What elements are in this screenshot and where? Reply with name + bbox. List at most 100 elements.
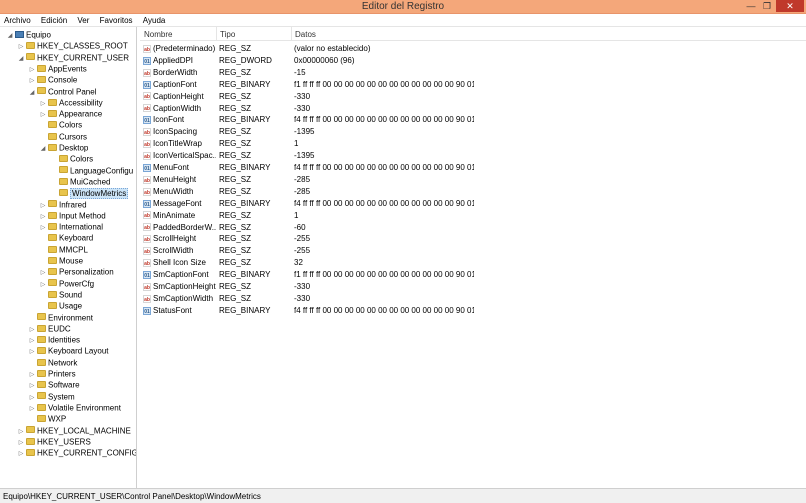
- tree-item[interactable]: ▷ AppEvents: [28, 63, 87, 74]
- value-row[interactable]: ab Shell Icon Size REG_SZ 32: [140, 257, 480, 269]
- minimize-button[interactable]: —: [744, 0, 758, 12]
- value-name: IconTitleWrap: [153, 139, 202, 149]
- collapse-arrow-icon[interactable]: ◢: [39, 144, 47, 155]
- column-header-data[interactable]: Datos: [295, 30, 316, 39]
- tree-item[interactable]: ◢ Equipo: [6, 29, 51, 40]
- value-row[interactable]: 01 IconFont REG_BINARY f4 ff ff ff 00 00 00…: [140, 114, 480, 126]
- value-row[interactable]: ab SmCaptionWidth REG_SZ -330: [140, 293, 480, 305]
- collapse-arrow-icon[interactable]: ◢: [28, 88, 36, 99]
- value-row[interactable]: ab ScrollWidth REG_SZ -255: [140, 245, 480, 257]
- value-row[interactable]: ab MenuWidth REG_SZ -285: [140, 186, 480, 198]
- column-separator[interactable]: [216, 27, 217, 41]
- tree-item-label: AppEvents: [48, 64, 87, 74]
- tree-item[interactable]: Mouse: [39, 255, 83, 266]
- list-header: Nombre Tipo Datos: [140, 27, 806, 41]
- value-row[interactable]: 01 SmCaptionFont REG_BINARY f1 ff ff ff 00 …: [140, 269, 480, 281]
- value-row[interactable]: ab MinAnimate REG_SZ 1: [140, 210, 480, 222]
- folder-icon: [37, 415, 46, 423]
- tree-item[interactable]: MMCPL: [39, 244, 88, 255]
- tree-item[interactable]: Environment: [28, 312, 93, 323]
- tree-item[interactable]: ▷ PowerCfg: [39, 278, 94, 289]
- tree-item[interactable]: ◢ HKEY_CURRENT_USER: [17, 52, 129, 63]
- folder-icon: [59, 189, 68, 197]
- tree-item[interactable]: ◢ Control Panel: [28, 86, 97, 99]
- value-row[interactable]: 01 StatusFont REG_BINARY f4 ff ff ff 00 00 …: [140, 305, 480, 317]
- value-row[interactable]: ab IconSpacing REG_SZ -1395: [140, 126, 480, 138]
- value-data: -285: [294, 174, 311, 184]
- tree-item[interactable]: WindowMetrics: [50, 187, 129, 199]
- value-row[interactable]: ab CaptionWidth REG_SZ -330: [140, 103, 480, 115]
- tree-item[interactable]: ▷ Identities: [28, 334, 80, 345]
- tree-item[interactable]: ▷ International: [39, 221, 103, 232]
- tree-item[interactable]: ▷ Volatile Environment: [28, 402, 121, 413]
- expand-arrow-icon[interactable]: ▷: [17, 449, 25, 460]
- column-separator[interactable]: [291, 27, 292, 41]
- value-type: REG_SZ: [219, 127, 252, 137]
- value-row[interactable]: ab SmCaptionHeight REG_SZ -330: [140, 281, 480, 293]
- values-list[interactable]: Nombre Tipo Datos ab (Predeterminado) REG_…: [140, 27, 806, 488]
- tree-item[interactable]: ▷ Software: [28, 379, 80, 390]
- value-row[interactable]: ab PaddedBorderW... REG_SZ -60: [140, 222, 480, 234]
- value-row[interactable]: ab (Predeterminado) REG_SZ (valor no establ…: [140, 43, 480, 55]
- tree-item[interactable]: Colors: [39, 119, 82, 130]
- maximize-button[interactable]: ❐: [760, 0, 774, 12]
- menu-ver[interactable]: Ver: [73, 14, 93, 25]
- tree-item[interactable]: Usage: [39, 300, 82, 311]
- tree-item[interactable]: ▷ EUDC: [28, 323, 71, 334]
- tree-item[interactable]: Cursors: [39, 131, 87, 142]
- tree-item[interactable]: ▷ HKEY_CURRENT_CONFIG: [17, 447, 136, 460]
- value-row[interactable]: ab MenuHeight REG_SZ -285: [140, 174, 480, 186]
- tree-item[interactable]: Network: [28, 357, 77, 368]
- tree-item[interactable]: ▷ Personalization: [39, 266, 114, 277]
- collapse-arrow-icon[interactable]: ◢: [6, 31, 14, 42]
- value-row[interactable]: 01 MessageFont REG_BINARY f4 ff ff ff 00 00…: [140, 198, 480, 210]
- tree-item[interactable]: ▷ HKEY_LOCAL_MACHINE: [17, 425, 131, 436]
- tree-item[interactable]: MuiCached: [50, 176, 110, 187]
- value-name: CaptionHeight: [153, 91, 204, 101]
- value-name: IconVerticalSpac...: [153, 151, 216, 161]
- tree-item[interactable]: ▷ HKEY_CLASSES_ROOT: [17, 40, 128, 51]
- tree-item[interactable]: ▷ Infrared: [39, 199, 87, 210]
- tree-item[interactable]: ▷ Keyboard Layout: [28, 345, 109, 356]
- menu-edicion[interactable]: Edición: [37, 14, 71, 25]
- value-row[interactable]: 01 MenuFont REG_BINARY f4 ff ff ff 00 00 00…: [140, 162, 480, 174]
- value-row[interactable]: ab IconTitleWrap REG_SZ 1: [140, 138, 480, 150]
- menu-archivo[interactable]: Archivo: [0, 14, 35, 25]
- tree-item[interactable]: Sound: [39, 289, 82, 300]
- tree-item[interactable]: ▷ HKEY_USERS: [17, 436, 91, 447]
- value-name: MinAnimate: [153, 210, 196, 220]
- tree-item[interactable]: ▷ Console: [28, 74, 78, 85]
- column-header-name[interactable]: Nombre: [144, 30, 172, 39]
- menu-ayuda[interactable]: Ayuda: [139, 14, 170, 25]
- close-button[interactable]: ✕: [776, 0, 804, 12]
- tree-item[interactable]: ◢ Desktop: [39, 142, 89, 155]
- tree-item-label: Accessibility: [59, 98, 103, 108]
- tree-item[interactable]: WXP: [28, 413, 66, 424]
- value-row[interactable]: ab BorderWidth REG_SZ -15: [140, 67, 480, 79]
- value-row[interactable]: ab CaptionHeight REG_SZ -330: [140, 91, 480, 103]
- value-row[interactable]: ab IconVerticalSpac... REG_SZ -1395: [140, 150, 480, 162]
- tree-item[interactable]: ▷ System: [28, 391, 75, 402]
- folder-icon: [37, 347, 46, 355]
- tree-item[interactable]: ▷ Appearance: [39, 108, 102, 119]
- value-row[interactable]: 01 CaptionFont REG_BINARY f1 ff ff ff 00 00…: [140, 79, 480, 91]
- value-name: ScrollHeight: [153, 234, 197, 244]
- tree-item[interactable]: ▷ Input Method: [39, 210, 106, 221]
- tree-item[interactable]: Keyboard: [39, 232, 93, 243]
- tree-item[interactable]: LanguageConfigu: [50, 165, 133, 176]
- registry-tree[interactable]: ◢ Equipo ▷ HKEY_CLASSES_ROOT ◢ HKEY_CURRENT_U…: [0, 27, 137, 488]
- value-name: MessageFont: [153, 198, 202, 208]
- value-data: -60: [294, 222, 306, 232]
- value-row[interactable]: ab ScrollHeight REG_SZ -255: [140, 233, 480, 245]
- tree-item[interactable]: Colors: [50, 153, 93, 164]
- menu-favoritos[interactable]: Favoritos: [96, 14, 137, 25]
- string-value-icon: ab: [143, 211, 151, 220]
- tree-item-label: Keyboard Layout: [48, 346, 109, 356]
- value-type: REG_SZ: [219, 103, 252, 113]
- tree-item[interactable]: ▷ Accessibility: [39, 97, 103, 108]
- tree-item-label: HKEY_CURRENT_USER: [37, 52, 130, 62]
- value-row[interactable]: 01 AppliedDPI REG_DWORD 0x00000060 (96): [140, 55, 480, 67]
- collapse-arrow-icon[interactable]: ◢: [17, 54, 25, 65]
- column-header-type[interactable]: Tipo: [220, 30, 235, 39]
- tree-item[interactable]: ▷ Printers: [28, 368, 76, 379]
